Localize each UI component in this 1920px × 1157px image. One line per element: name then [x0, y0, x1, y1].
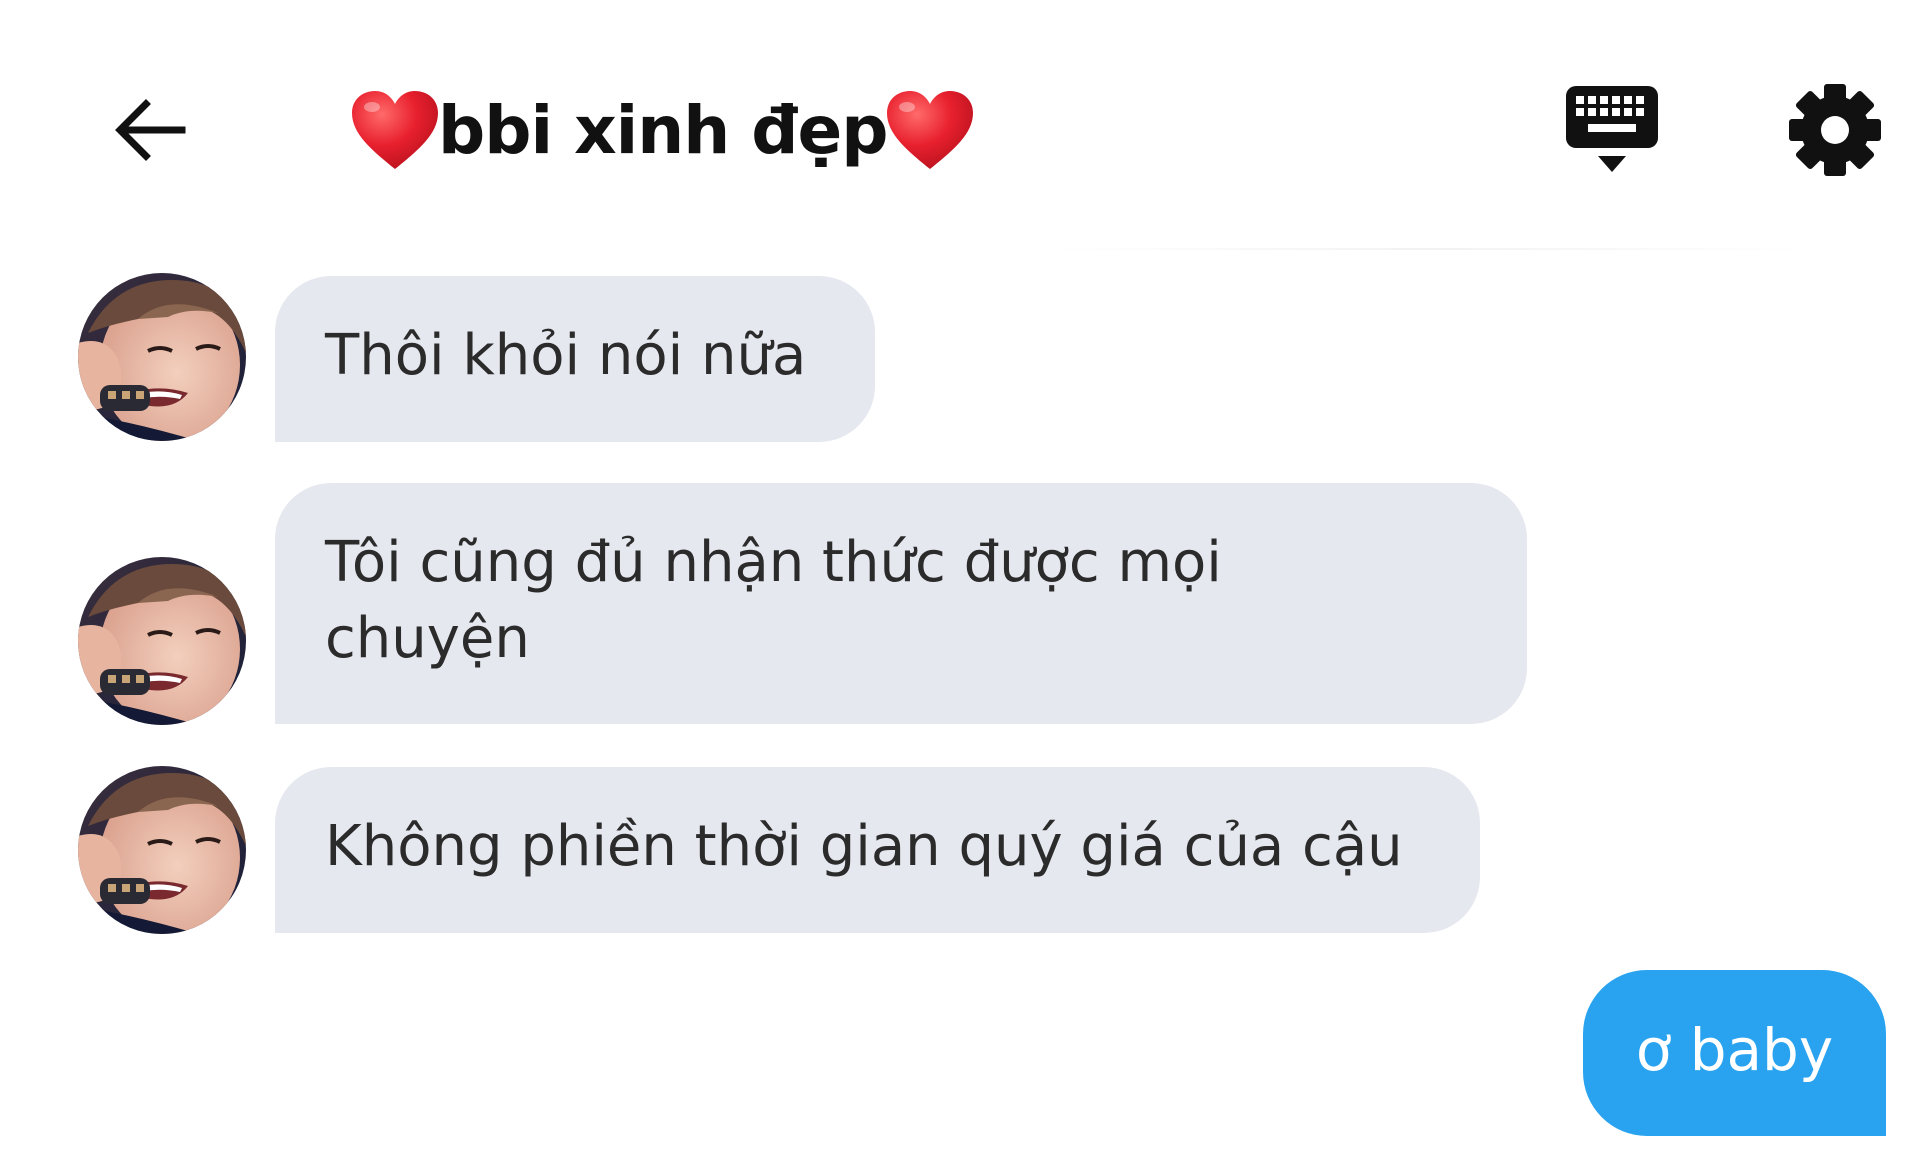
back-button[interactable]: [105, 85, 195, 175]
keyboard-hide-icon: [1566, 86, 1658, 172]
avatar-image: [78, 766, 246, 934]
conversation-title: bbi xinh đẹp: [352, 78, 974, 182]
outgoing-message-bubble[interactable]: ơ baby: [1583, 970, 1886, 1136]
heart-icon: [352, 91, 438, 169]
conversation-name: bbi xinh đẹp: [438, 91, 888, 169]
chat-header: bbi xinh đẹp: [0, 0, 1920, 250]
gear-icon: [1789, 84, 1881, 176]
contact-avatar[interactable]: [78, 557, 246, 725]
message-text: Tôi cũng đủ nhận thức được mọi chuyện: [325, 530, 1222, 671]
incoming-message-bubble[interactable]: Thôi khỏi nói nữa: [275, 276, 875, 442]
header-divider: [1050, 248, 1810, 250]
heart-icon: [887, 91, 974, 169]
settings-button[interactable]: [1785, 80, 1885, 180]
message-text: Thôi khỏi nói nữa: [325, 323, 807, 388]
keyboard-hide-button[interactable]: [1560, 80, 1664, 184]
contact-avatar[interactable]: [78, 766, 246, 934]
incoming-message-bubble[interactable]: Tôi cũng đủ nhận thức được mọi chuyện: [275, 483, 1527, 724]
incoming-message-bubble[interactable]: Không phiền thời gian quý giá của cậu: [275, 767, 1480, 933]
arrow-left-icon: [115, 99, 186, 161]
avatar-image: [78, 557, 246, 725]
contact-avatar[interactable]: [78, 273, 246, 441]
message-text: Không phiền thời gian quý giá của cậu: [325, 814, 1403, 879]
message-text: ơ baby: [1635, 1016, 1834, 1084]
avatar-image: [78, 273, 246, 441]
